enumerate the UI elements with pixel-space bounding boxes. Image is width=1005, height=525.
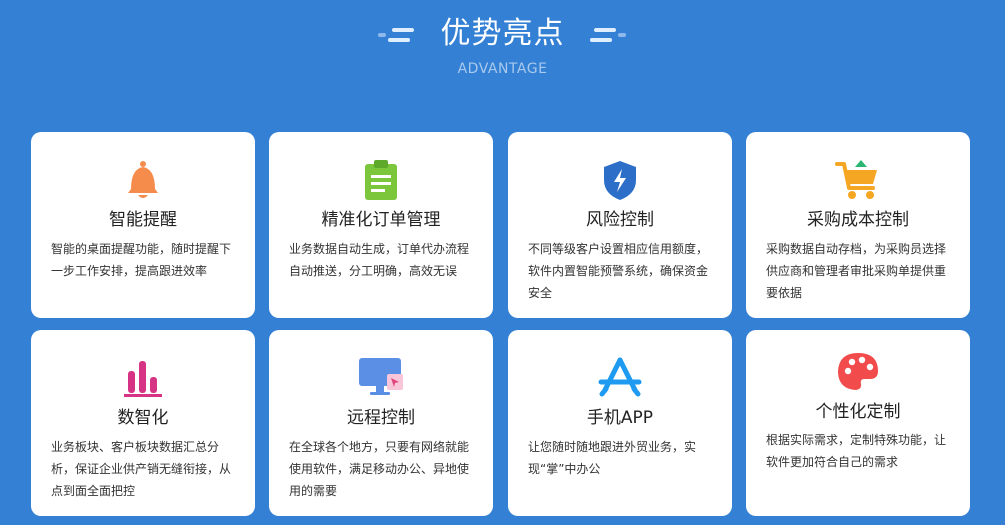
feature-card-smart-reminder[interactable]: 智能提醒 智能的桌面提醒功能，随时提醒下一步工作安排，提高跟进效率 bbox=[31, 132, 255, 318]
title-decoration-right-icon bbox=[588, 24, 638, 46]
card-title: 采购成本控制 bbox=[807, 210, 909, 230]
card-description: 业务数据自动生成，订单代办流程自动推送，分工明确，高效无误 bbox=[289, 242, 470, 278]
app-store-icon bbox=[508, 356, 732, 400]
card-title: 个性化定制 bbox=[815, 402, 901, 422]
bar-chart-icon bbox=[31, 356, 255, 400]
palette-icon bbox=[746, 350, 970, 394]
page-subtitle: ADVANTAGE bbox=[457, 61, 548, 77]
card-title: 手机APP bbox=[586, 408, 654, 428]
card-description: 业务板块、客户板块数据汇总分析，保证企业供产销无缝衔接，从点到面全面把控 bbox=[51, 440, 232, 498]
card-description: 智能的桌面提醒功能，随时提醒下一步工作安排，提高跟进效率 bbox=[51, 242, 232, 278]
monitor-icon bbox=[269, 356, 493, 400]
bell-icon bbox=[31, 158, 255, 202]
card-title: 精准化订单管理 bbox=[321, 210, 441, 230]
cart-icon bbox=[746, 158, 970, 202]
section-header: 优势亮点 ADVANTAGE bbox=[0, 0, 1005, 90]
feature-card-remote-control[interactable]: 远程控制 在全球各个地方，只要有网络就能使用软件，满足移动办公、异地使用的需要 bbox=[269, 330, 493, 516]
card-description: 采购数据自动存档，为采购员选择供应商和管理者审批采购单提供重要依据 bbox=[766, 242, 947, 300]
feature-card-mobile-app[interactable]: 手机APP 让您随时随地跟进外贸业务，实现“掌”中办公 bbox=[508, 330, 732, 516]
clipboard-icon bbox=[269, 158, 493, 202]
page-title: 优势亮点 bbox=[440, 16, 565, 51]
card-title: 风险控制 bbox=[586, 210, 654, 230]
card-description: 根据实际需求，定制特殊功能，让软件更加符合自己的需求 bbox=[766, 433, 947, 469]
card-title: 智能提醒 bbox=[109, 210, 177, 230]
feature-card-digital-intelligence[interactable]: 数智化 业务板块、客户板块数据汇总分析，保证企业供产销无缝衔接，从点到面全面把控 bbox=[31, 330, 255, 516]
feature-card-customization[interactable]: 个性化定制 根据实际需求，定制特殊功能，让软件更加符合自己的需求 bbox=[746, 330, 970, 516]
card-title: 远程控制 bbox=[347, 408, 415, 428]
shield-icon bbox=[508, 158, 732, 202]
feature-card-order-management[interactable]: 精准化订单管理 业务数据自动生成，订单代办流程自动推送，分工明确，高效无误 bbox=[269, 132, 493, 318]
feature-card-purchase-cost[interactable]: 采购成本控制 采购数据自动存档，为采购员选择供应商和管理者审批采购单提供重要依据 bbox=[746, 132, 970, 318]
card-description: 在全球各个地方，只要有网络就能使用软件，满足移动办公、异地使用的需要 bbox=[289, 440, 470, 498]
card-title: 数智化 bbox=[117, 408, 169, 428]
card-description: 不同等级客户设置相应信用额度，软件内置智能预警系统，确保资金安全 bbox=[528, 242, 709, 300]
feature-card-risk-control[interactable]: 风险控制 不同等级客户设置相应信用额度，软件内置智能预警系统，确保资金安全 bbox=[508, 132, 732, 318]
card-description: 让您随时随地跟进外贸业务，实现“掌”中办公 bbox=[528, 440, 697, 476]
